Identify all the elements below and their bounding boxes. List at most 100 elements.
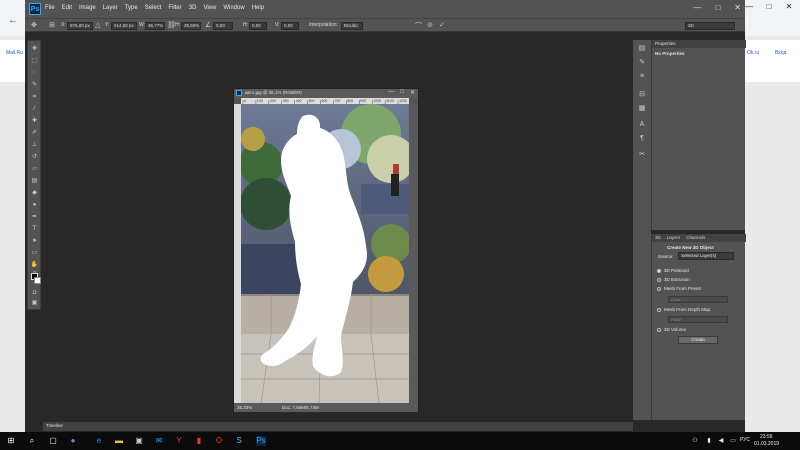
interpolation-select[interactable]: Bicubic bbox=[341, 22, 363, 30]
option-3d-postcard[interactable]: 3D Postcard bbox=[657, 268, 689, 273]
store-icon[interactable]: ▣ bbox=[134, 436, 144, 446]
move-tool-icon[interactable]: ✥ bbox=[31, 21, 37, 29]
doc-maximize-icon[interactable]: □ bbox=[400, 89, 404, 96]
menu-3d[interactable]: 3D bbox=[189, 5, 197, 11]
swatches-icon[interactable]: ▦ bbox=[637, 104, 647, 113]
eraser-tool-icon[interactable]: ▱ bbox=[30, 165, 39, 173]
rectangle-tool-icon[interactable]: ▭ bbox=[30, 249, 39, 257]
tools-presets-icon[interactable]: ✂ bbox=[637, 150, 647, 159]
tab-3d[interactable]: 3D bbox=[655, 234, 661, 242]
maximize-icon[interactable]: □ bbox=[715, 3, 720, 12]
move-tool-icon[interactable]: ✥ bbox=[30, 45, 39, 53]
document-size[interactable]: Doc: 7,55M/6,74M bbox=[282, 405, 319, 410]
radio-3d-volume[interactable] bbox=[657, 327, 661, 332]
menu-edit[interactable]: Edit bbox=[62, 5, 72, 11]
healing-tool-icon[interactable]: ✚ bbox=[30, 117, 39, 125]
option-3d-extrusion[interactable]: 3D Extrusion bbox=[657, 277, 690, 282]
history-panel-icon[interactable]: ▤ bbox=[637, 44, 647, 53]
edge-icon[interactable]: e bbox=[94, 436, 104, 446]
task-view-icon[interactable]: ▢ bbox=[48, 436, 58, 446]
menu-image[interactable]: Image bbox=[79, 5, 96, 11]
preset-select[interactable]: Cone bbox=[668, 296, 728, 303]
option-mesh-preset[interactable]: Mesh From Preset bbox=[657, 286, 701, 291]
cortana-icon[interactable]: ● bbox=[68, 436, 78, 446]
w-field[interactable]: 36,77% bbox=[145, 22, 165, 30]
back-arrow-icon[interactable]: ← bbox=[8, 15, 18, 26]
menu-layer[interactable]: Layer bbox=[103, 5, 118, 11]
timeline-tab[interactable]: Timeline bbox=[46, 423, 63, 428]
menu-file[interactable]: File bbox=[45, 5, 55, 11]
zoom-level[interactable]: 35,33% bbox=[237, 405, 252, 410]
color-panel-icon[interactable]: ⊟ bbox=[637, 90, 647, 99]
minimize-icon[interactable]: — bbox=[693, 3, 701, 12]
eyedropper-tool-icon[interactable]: ⁄ bbox=[30, 105, 39, 113]
link-okru[interactable]: Ok.ru bbox=[747, 50, 759, 56]
relative-position-icon[interactable]: △ bbox=[95, 21, 100, 29]
quick-mask-icon[interactable]: ◘ bbox=[30, 289, 39, 297]
menu-window[interactable]: Window bbox=[223, 5, 244, 11]
hskew-field[interactable]: 0,00 bbox=[249, 22, 267, 30]
option-3d-volume[interactable]: 3D Volume bbox=[657, 327, 686, 332]
skype-icon[interactable]: S bbox=[234, 436, 244, 446]
tab-channels[interactable]: Channels bbox=[686, 234, 705, 242]
crop-tool-icon[interactable]: ⌗ bbox=[30, 93, 39, 101]
people-icon[interactable]: ⚇ bbox=[690, 436, 700, 446]
h-field[interactable]: 35,55% bbox=[181, 22, 201, 30]
paragraph-panel-icon[interactable]: ¶ bbox=[637, 134, 647, 143]
menu-select[interactable]: Select bbox=[145, 5, 162, 11]
search-icon[interactable]: ⌕ bbox=[27, 436, 37, 446]
properties-tab[interactable]: Properties bbox=[655, 41, 676, 46]
network-icon[interactable]: ▮ bbox=[704, 436, 714, 446]
image-canvas[interactable] bbox=[241, 104, 409, 404]
warp-icon[interactable]: ⌒ bbox=[415, 21, 422, 31]
radio-mesh-preset[interactable] bbox=[657, 286, 661, 291]
menu-type[interactable]: Type bbox=[125, 5, 138, 11]
reference-point-icon[interactable]: ⊞ bbox=[49, 21, 55, 29]
close-icon[interactable]: ✕ bbox=[734, 3, 741, 12]
commit-transform-icon[interactable]: ✓ bbox=[439, 21, 445, 29]
brush-presets-icon[interactable]: ✎ bbox=[637, 58, 647, 67]
screen-mode-icon[interactable]: ▣ bbox=[30, 299, 39, 307]
history-brush-tool-icon[interactable]: ↺ bbox=[30, 153, 39, 161]
brush-tool-icon[interactable]: ✐ bbox=[30, 129, 39, 137]
browser-close-icon[interactable]: ✕ bbox=[782, 2, 796, 12]
notification-icon[interactable]: ▭ bbox=[728, 436, 738, 446]
gradient-tool-icon[interactable]: ▤ bbox=[30, 177, 39, 185]
pen-tool-icon[interactable]: ✒ bbox=[30, 213, 39, 221]
depth-map-select[interactable]: Plane bbox=[668, 316, 728, 323]
language-indicator[interactable]: РУС bbox=[740, 437, 750, 443]
radio-mesh-depth-map[interactable] bbox=[657, 307, 661, 312]
vskew-field[interactable]: 0,00 bbox=[281, 22, 299, 30]
marquee-tool-icon[interactable]: ⬚ bbox=[30, 57, 39, 65]
browser-maximize-icon[interactable]: □ bbox=[762, 2, 776, 12]
quick-select-tool-icon[interactable]: ✎ bbox=[30, 81, 39, 89]
option-mesh-depth-map[interactable]: Mesh From Depth Map bbox=[657, 307, 710, 312]
link-mailru[interactable]: Mail.Ru bbox=[6, 50, 23, 56]
doc-close-icon[interactable]: ✕ bbox=[410, 89, 415, 96]
create-button[interactable]: Create bbox=[678, 336, 718, 344]
clone-stamp-tool-icon[interactable]: ⊥ bbox=[30, 141, 39, 149]
mail-icon[interactable]: ✉ bbox=[154, 436, 164, 446]
menu-view[interactable]: View bbox=[203, 5, 216, 11]
x-field[interactable]: 976,00 px bbox=[67, 22, 93, 30]
document-scrollbar[interactable] bbox=[409, 104, 418, 404]
document-window[interactable]: автo.jpg @ 35,1% (RGB/8#) — □ ✕ 0 100 200 3… bbox=[233, 88, 419, 412]
type-tool-icon[interactable]: T bbox=[30, 225, 39, 233]
photoshop-taskbar-icon[interactable]: Ps bbox=[256, 436, 266, 446]
tab-layers[interactable]: Layers bbox=[667, 234, 681, 242]
file-explorer-icon[interactable]: ▬ bbox=[114, 436, 124, 446]
dodge-tool-icon[interactable]: ● bbox=[30, 201, 39, 209]
doc-minimize-icon[interactable]: — bbox=[388, 89, 394, 96]
clock-time[interactable]: 23:56 bbox=[760, 434, 773, 440]
blur-tool-icon[interactable]: ◆ bbox=[30, 189, 39, 197]
workspace-select[interactable]: 3D bbox=[685, 22, 735, 30]
start-icon[interactable]: ⊞ bbox=[6, 436, 16, 446]
lasso-tool-icon[interactable]: ◌ bbox=[30, 69, 39, 77]
document-tab[interactable]: автo.jpg @ 35,1% (RGB/8#) — □ ✕ bbox=[234, 89, 418, 98]
source-select[interactable]: Selected Layer(s) bbox=[678, 252, 734, 260]
adjustments-icon[interactable]: ≡ bbox=[637, 72, 647, 81]
y-field[interactable]: 614,50 px bbox=[111, 22, 137, 30]
link-login[interactable]: Вход bbox=[775, 50, 786, 56]
radio-3d-extrusion[interactable] bbox=[657, 277, 661, 282]
clock-date[interactable]: 01.03.2019 bbox=[754, 441, 779, 447]
